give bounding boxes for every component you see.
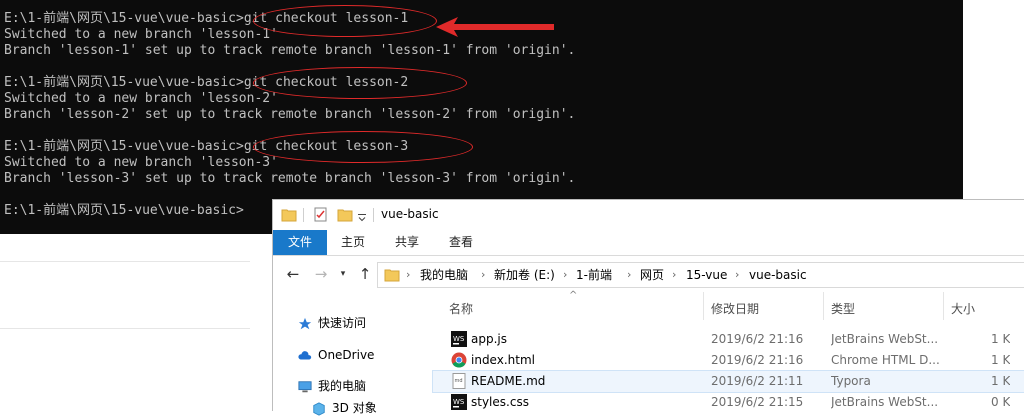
terminal-line: Branch 'lesson-3' set up to track remote…: [4, 171, 576, 186]
file-list: ^ 名称 修改日期 类型 大小 WS app.js 2019/6/2 21:16…: [432, 290, 1024, 411]
nav-item-label: 我的电脑: [318, 379, 367, 393]
svg-text:WS: WS: [453, 398, 465, 406]
nav-item-label: OneDrive: [318, 348, 375, 362]
file-size: 1 K: [991, 374, 1011, 388]
computer-icon: [298, 380, 312, 392]
column-divider[interactable]: [823, 292, 824, 320]
address-bar: ← → ▾ ↑ › 我的电脑 › 新加卷 (E:) › 1-前端 › 网页 › …: [273, 258, 1024, 290]
nav-item-onedrive[interactable]: OneDrive: [297, 344, 374, 366]
breadcrumb-item[interactable]: 新加卷 (E:): [494, 263, 555, 287]
file-row[interactable]: md README.md 2019/6/2 21:11 Typora 1 K: [432, 370, 1024, 393]
file-row[interactable]: WS app.js 2019/6/2 21:16 JetBrains WebSt…: [433, 329, 1024, 350]
chevron-right-icon[interactable]: ›: [481, 263, 485, 287]
column-header-name[interactable]: 名称: [449, 300, 473, 318]
navigation-pane: 快速访问 OneDrive 我的电脑 3D 对象: [273, 292, 429, 416]
star-icon: [298, 317, 312, 329]
terminal-line: Branch 'lesson-2' set up to track remote…: [4, 107, 576, 122]
tab-file[interactable]: 文件: [273, 230, 327, 255]
column-divider[interactable]: [703, 292, 704, 320]
highlight-ellipse: [253, 5, 437, 37]
ribbon-tabs: 文件 主页 共享 查看: [273, 230, 1024, 256]
webstorm-icon: WS: [451, 394, 467, 410]
chrome-icon: [451, 352, 467, 368]
divider: [0, 261, 250, 262]
column-header-type[interactable]: 类型: [831, 300, 855, 318]
divider: [303, 208, 304, 222]
sort-ascending-icon: ^: [569, 290, 578, 301]
file-type: Chrome HTML D...: [831, 353, 939, 367]
arrow-icon: [436, 17, 554, 37]
chevron-right-icon[interactable]: ›: [672, 263, 676, 287]
breadcrumb-item[interactable]: 1-前端: [576, 263, 612, 287]
new-folder-icon[interactable]: [337, 207, 353, 222]
terminal-line: Branch 'lesson-1' set up to track remote…: [4, 43, 576, 58]
markdown-icon: md: [452, 373, 466, 389]
terminal-line: Switched to a new branch 'lesson-1': [4, 27, 278, 42]
file-name: index.html: [471, 353, 535, 367]
highlight-ellipse: [253, 131, 473, 163]
chevron-right-icon[interactable]: ›: [406, 263, 410, 287]
file-size: 1 K: [991, 353, 1011, 367]
terminal-prompt[interactable]: E:\1-前端\网页\15-vue\vue-basic>: [4, 203, 244, 219]
webstorm-icon: WS: [451, 331, 467, 347]
back-icon[interactable]: ←: [283, 264, 303, 284]
nav-item-label: 3D 对象: [332, 401, 377, 415]
tab-view[interactable]: 查看: [437, 230, 485, 255]
file-date: 2019/6/2 21:16: [711, 353, 804, 367]
divider: [0, 328, 250, 329]
svg-text:WS: WS: [453, 335, 465, 343]
cloud-icon: [298, 350, 312, 359]
file-date: 2019/6/2 21:11: [711, 374, 804, 388]
tab-share[interactable]: 共享: [383, 230, 431, 255]
up-icon[interactable]: ↑: [355, 264, 375, 284]
breadcrumb-item[interactable]: vue-basic: [749, 263, 807, 287]
cube-icon: [313, 401, 325, 416]
folder-icon: [384, 269, 400, 282]
chevron-down-icon[interactable]: [357, 210, 367, 225]
tab-home[interactable]: 主页: [329, 230, 377, 255]
divider: [373, 208, 374, 222]
chevron-right-icon[interactable]: ›: [627, 263, 631, 287]
chevron-right-icon[interactable]: ›: [735, 263, 739, 287]
breadcrumb-item[interactable]: 网页: [640, 263, 664, 287]
forward-icon[interactable]: →: [311, 264, 331, 284]
column-header-date[interactable]: 修改日期: [711, 300, 759, 318]
file-date: 2019/6/2 21:15: [711, 395, 804, 409]
column-divider[interactable]: [943, 292, 944, 320]
column-header-size[interactable]: 大小: [951, 300, 975, 318]
file-name: README.md: [471, 374, 546, 388]
terminal-line: Switched to a new branch 'lesson-2': [4, 91, 278, 106]
nav-item-this-pc[interactable]: 我的电脑: [297, 375, 366, 397]
window-title: vue-basic: [381, 207, 439, 221]
nav-item-3d-objects[interactable]: 3D 对象: [311, 397, 377, 419]
file-explorer-window[interactable]: vue-basic 文件 主页 共享 查看 ← → ▾ ↑ › 我的电脑 › 新…: [272, 199, 1024, 416]
background-page: [0, 234, 272, 410]
title-bar[interactable]: vue-basic: [273, 200, 1024, 230]
file-type: JetBrains WebSt...: [831, 332, 939, 346]
file-row[interactable]: index.html 2019/6/2 21:16 Chrome HTML D.…: [433, 350, 1024, 371]
file-name: app.js: [471, 332, 507, 346]
nav-item-label: 快速访问: [318, 316, 367, 330]
folder-icon[interactable]: [281, 207, 297, 222]
svg-text:md: md: [455, 378, 463, 384]
file-date: 2019/6/2 21:16: [711, 332, 804, 346]
breadcrumb-item[interactable]: 我的电脑: [420, 263, 468, 287]
recent-locations-icon[interactable]: ▾: [333, 264, 353, 284]
file-type: Typora: [831, 374, 871, 388]
nav-item-quick-access[interactable]: 快速访问: [297, 312, 366, 334]
file-size: 1 K: [991, 332, 1011, 346]
breadcrumb-item[interactable]: 15-vue: [686, 263, 727, 287]
chevron-right-icon[interactable]: ›: [563, 263, 567, 287]
file-size: 0 K: [991, 395, 1011, 409]
terminal-line: Switched to a new branch 'lesson-3': [4, 155, 278, 170]
properties-icon[interactable]: [313, 207, 329, 222]
highlight-ellipse: [253, 67, 467, 99]
breadcrumb[interactable]: › 我的电脑 › 新加卷 (E:) › 1-前端 › 网页 › 15-vue ›…: [377, 262, 1024, 288]
file-type: JetBrains WebSt...: [831, 395, 939, 409]
file-name: styles.css: [471, 395, 529, 409]
